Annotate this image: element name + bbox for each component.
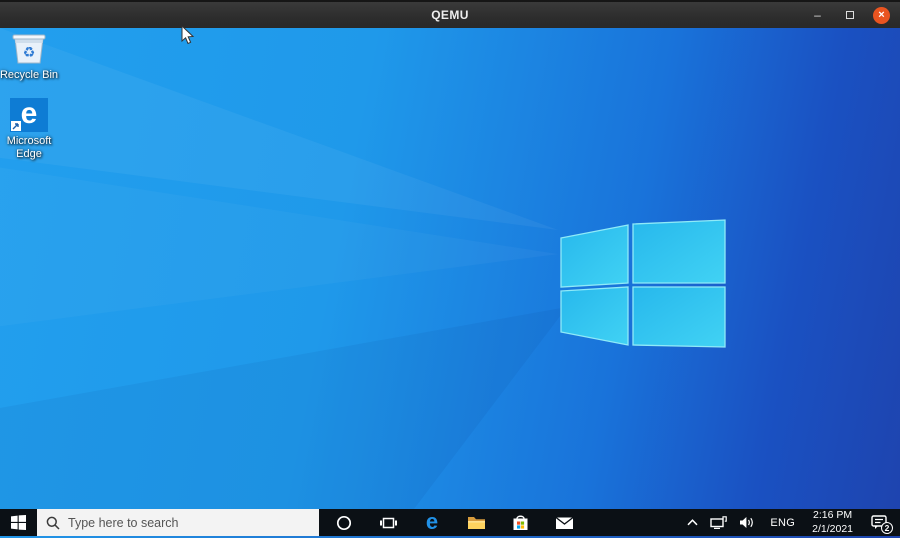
- window-title: QEMU: [431, 8, 469, 22]
- maximize-button[interactable]: [841, 7, 858, 24]
- desktop-icon-label: Microsoft Edge: [6, 135, 52, 160]
- mail-icon: [555, 516, 573, 529]
- desktop-icon-label: Recycle Bin: [0, 69, 59, 81]
- taskbar-item-cortana[interactable]: [322, 509, 366, 536]
- network-ethernet-icon: [710, 516, 728, 529]
- taskbar-search[interactable]: [37, 509, 319, 536]
- tray-network[interactable]: [704, 509, 733, 536]
- minimize-button[interactable]: –: [809, 7, 826, 24]
- desktop[interactable]: ♻ Recycle Bin e Microsoft Edge: [0, 28, 900, 509]
- cortana-icon: [336, 515, 352, 530]
- taskbar-item-store[interactable]: [498, 509, 542, 536]
- tray-date: 2/1/2021: [812, 522, 853, 535]
- task-view-icon: [379, 517, 397, 528]
- titlebar[interactable]: QEMU – ×: [0, 0, 900, 28]
- minimize-icon: –: [814, 8, 821, 22]
- close-icon: ×: [878, 8, 885, 21]
- desktop-icon-microsoft-edge[interactable]: e Microsoft Edge: [0, 98, 62, 160]
- qemu-window: QEMU – × ♻ Recycle Bin e Microsoft Edge …: [0, 0, 900, 538]
- tray-language[interactable]: ENG: [761, 517, 804, 529]
- tray-action-center[interactable]: 2: [861, 509, 900, 536]
- search-input[interactable]: [68, 515, 298, 530]
- desktop-icon-recycle-bin[interactable]: ♻ Recycle Bin: [0, 30, 62, 82]
- tray-clock[interactable]: 2:16 PM 2/1/2021: [804, 509, 861, 536]
- taskbar-item-edge[interactable]: e: [410, 509, 454, 536]
- start-button[interactable]: [0, 509, 37, 536]
- edge-icon: e: [425, 508, 439, 534]
- close-button[interactable]: ×: [873, 6, 890, 24]
- wallpaper-shadow-ray: [0, 306, 567, 509]
- taskbar-item-task-view[interactable]: [366, 509, 410, 536]
- svg-text:♻: ♻: [23, 45, 36, 61]
- wallpaper-light-ray: [0, 167, 558, 326]
- system-tray: ENG 2:16 PM 2/1/2021 2: [681, 509, 900, 536]
- taskbar-app-icons: e: [322, 509, 586, 536]
- maximize-icon: [845, 11, 854, 19]
- search-icon: [46, 516, 60, 530]
- recycle-bin-icon: ♻: [12, 34, 46, 64]
- tray-show-hidden-icons[interactable]: [681, 509, 704, 536]
- windows-start-icon: [11, 515, 26, 530]
- store-icon: [513, 515, 527, 530]
- taskbar-item-mail[interactable]: [542, 509, 586, 536]
- file-explorer-icon: [467, 516, 485, 529]
- shortcut-arrow-icon: [11, 121, 21, 131]
- chevron-up-icon: [687, 519, 698, 526]
- edge-icon: e: [10, 98, 48, 132]
- windows-wallpaper-logo-icon: [560, 219, 726, 348]
- wallpaper-light-ray: [0, 28, 558, 231]
- taskbar: e: [0, 509, 900, 536]
- tray-volume[interactable]: [733, 509, 761, 536]
- speaker-icon: [740, 517, 754, 528]
- notification-badge: 2: [881, 522, 893, 534]
- tray-time: 2:16 PM: [813, 508, 853, 521]
- taskbar-item-file-explorer[interactable]: [454, 509, 498, 536]
- window-controls: – ×: [809, 2, 890, 28]
